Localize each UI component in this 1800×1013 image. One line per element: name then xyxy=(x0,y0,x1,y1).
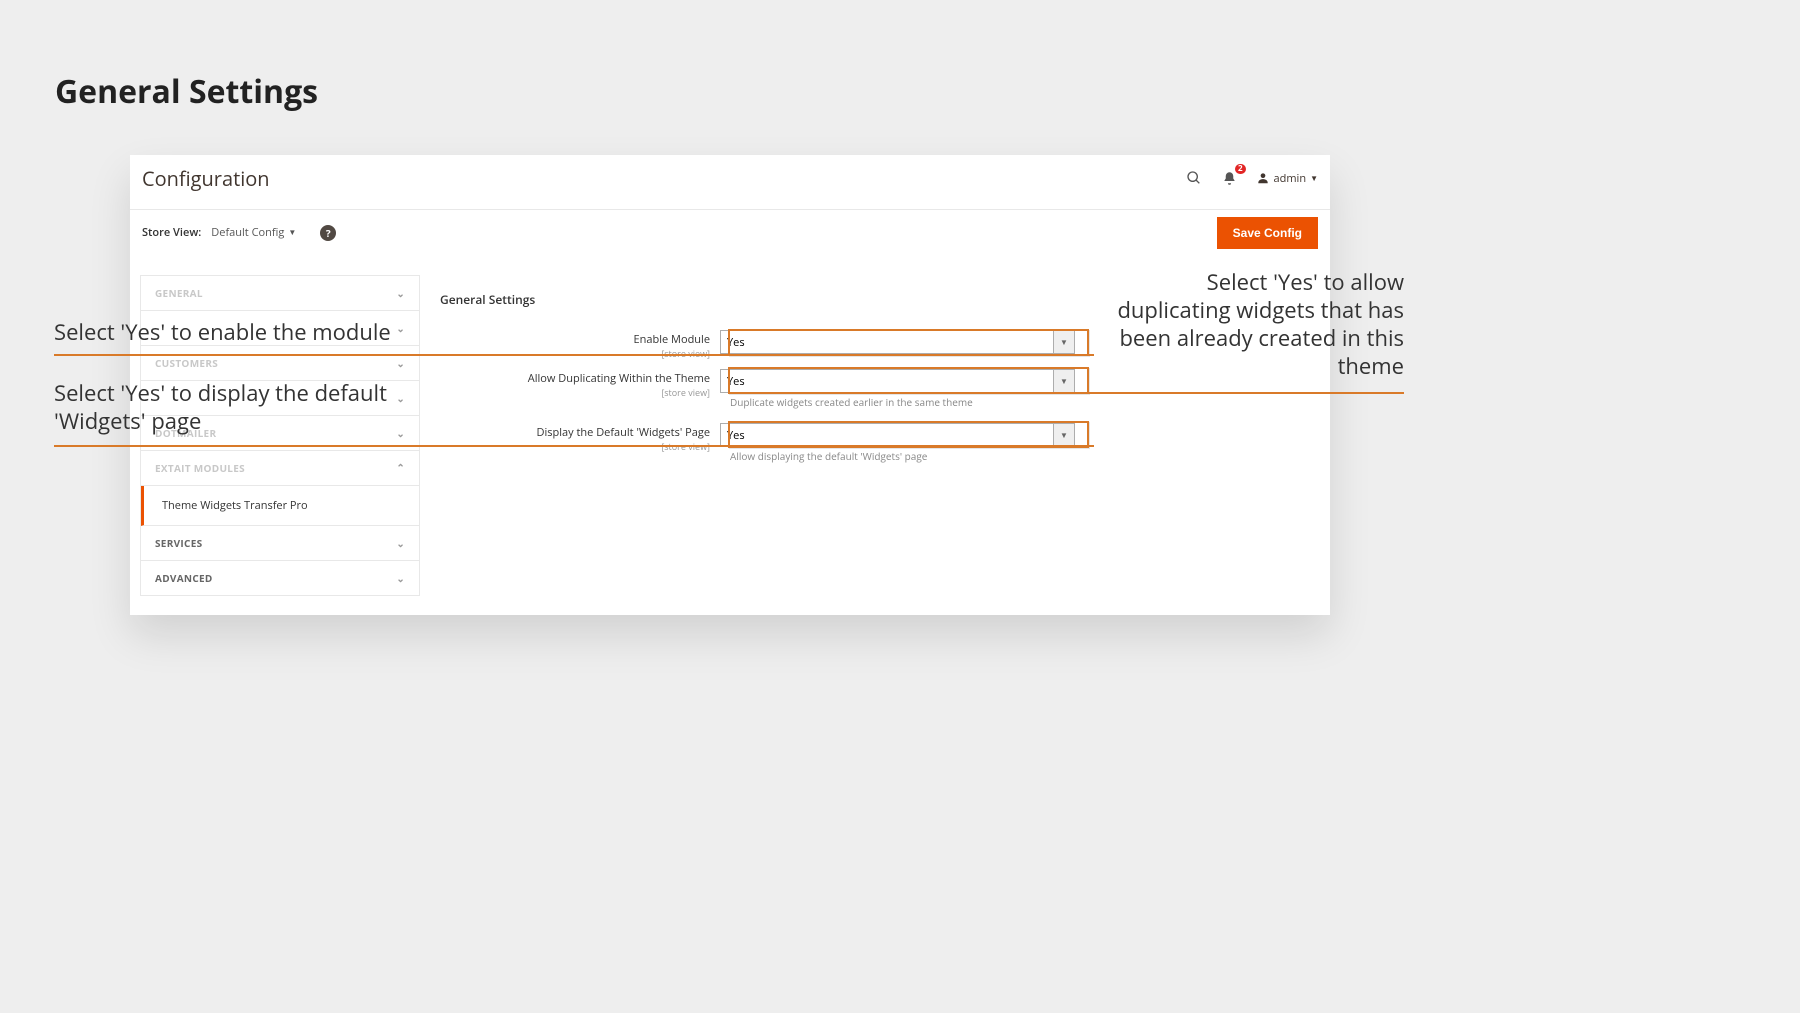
callout-allow-duplicating: Select 'Yes' to allow duplicating widget… xyxy=(1114,268,1404,381)
chevron-up-icon: ⌄ xyxy=(396,461,405,475)
notifications-icon[interactable]: 2 xyxy=(1220,168,1240,188)
store-view-label: Store View: xyxy=(142,225,201,240)
help-icon[interactable]: ? xyxy=(320,225,336,241)
chevron-down-icon: ▼ xyxy=(1310,173,1318,184)
user-label: admin xyxy=(1274,171,1307,186)
page-title: Configuration xyxy=(142,165,270,192)
chevron-down-icon: ▼ xyxy=(1053,330,1075,354)
field-label: Display the Default 'Widgets' Page [stor… xyxy=(440,423,720,453)
store-view-select[interactable]: Default Config ▼ xyxy=(211,225,296,240)
enable-module-select[interactable]: Yes ▼ xyxy=(720,330,1075,354)
chevron-down-icon: ▼ xyxy=(288,227,296,238)
toolbar: Store View: Default Config ▼ ? Save Conf… xyxy=(130,209,1330,255)
slide-title: General Settings xyxy=(55,70,318,113)
user-menu[interactable]: admin ▼ xyxy=(1256,171,1318,186)
chevron-down-icon: ⌄ xyxy=(396,356,405,370)
chevron-down-icon: ⌄ xyxy=(396,321,405,335)
sidebar-group-general[interactable]: General ⌄ xyxy=(141,276,419,311)
sidebar-group-services[interactable]: Services ⌄ xyxy=(141,526,419,561)
sidebar-item-theme-widgets[interactable]: Theme Widgets Transfer Pro xyxy=(141,486,419,526)
chevron-down-icon: ⌄ xyxy=(396,536,405,550)
chevron-down-icon: ⌄ xyxy=(396,286,405,300)
search-icon[interactable] xyxy=(1184,168,1204,188)
callout-enable-module: Select 'Yes' to enable the module xyxy=(54,318,391,346)
sidebar-group-label: Extait Modules xyxy=(155,461,245,475)
select-value: Yes xyxy=(727,428,745,443)
callout-underline xyxy=(730,392,1404,394)
callout-underline xyxy=(54,445,1094,447)
sidebar-group-label: Advanced xyxy=(155,571,213,585)
store-view-value: Default Config xyxy=(211,225,284,240)
field-note: Allow displaying the default 'Widgets' p… xyxy=(730,449,927,463)
callout-display-default: Select 'Yes' to display the default 'Wid… xyxy=(54,379,414,435)
callout-underline xyxy=(54,354,1094,356)
notification-badge: 2 xyxy=(1235,164,1246,174)
sidebar-group-label: Services xyxy=(155,536,202,550)
sidebar-group-label: General xyxy=(155,286,203,300)
sidebar-group-advanced[interactable]: Advanced ⌄ xyxy=(141,561,419,595)
display-default-select[interactable]: Yes ▼ xyxy=(720,423,1075,447)
section-title: General Settings xyxy=(440,291,535,308)
allow-duplicating-select[interactable]: Yes ▼ xyxy=(720,369,1075,393)
chevron-down-icon: ▼ xyxy=(1053,423,1075,447)
select-value: Yes xyxy=(727,374,745,389)
sidebar-group-extait[interactable]: Extait Modules ⌄ xyxy=(141,451,419,486)
sidebar-group-label: Customers xyxy=(155,356,218,370)
user-icon xyxy=(1256,171,1270,185)
sidebar-group-customers[interactable]: Customers ⌄ xyxy=(141,346,419,381)
field-label: Allow Duplicating Within the Theme [stor… xyxy=(440,369,720,399)
save-config-button[interactable]: Save Config xyxy=(1217,217,1318,249)
chevron-down-icon: ⌄ xyxy=(396,571,405,585)
select-value: Yes xyxy=(727,335,745,350)
chevron-down-icon: ▼ xyxy=(1053,369,1075,393)
field-note: Duplicate widgets created earlier in the… xyxy=(730,395,973,409)
header-actions: 2 admin ▼ xyxy=(1184,168,1318,188)
field-scope: [store view] xyxy=(440,386,710,399)
panel-header: Configuration 2 admin ▼ xyxy=(130,155,1330,201)
